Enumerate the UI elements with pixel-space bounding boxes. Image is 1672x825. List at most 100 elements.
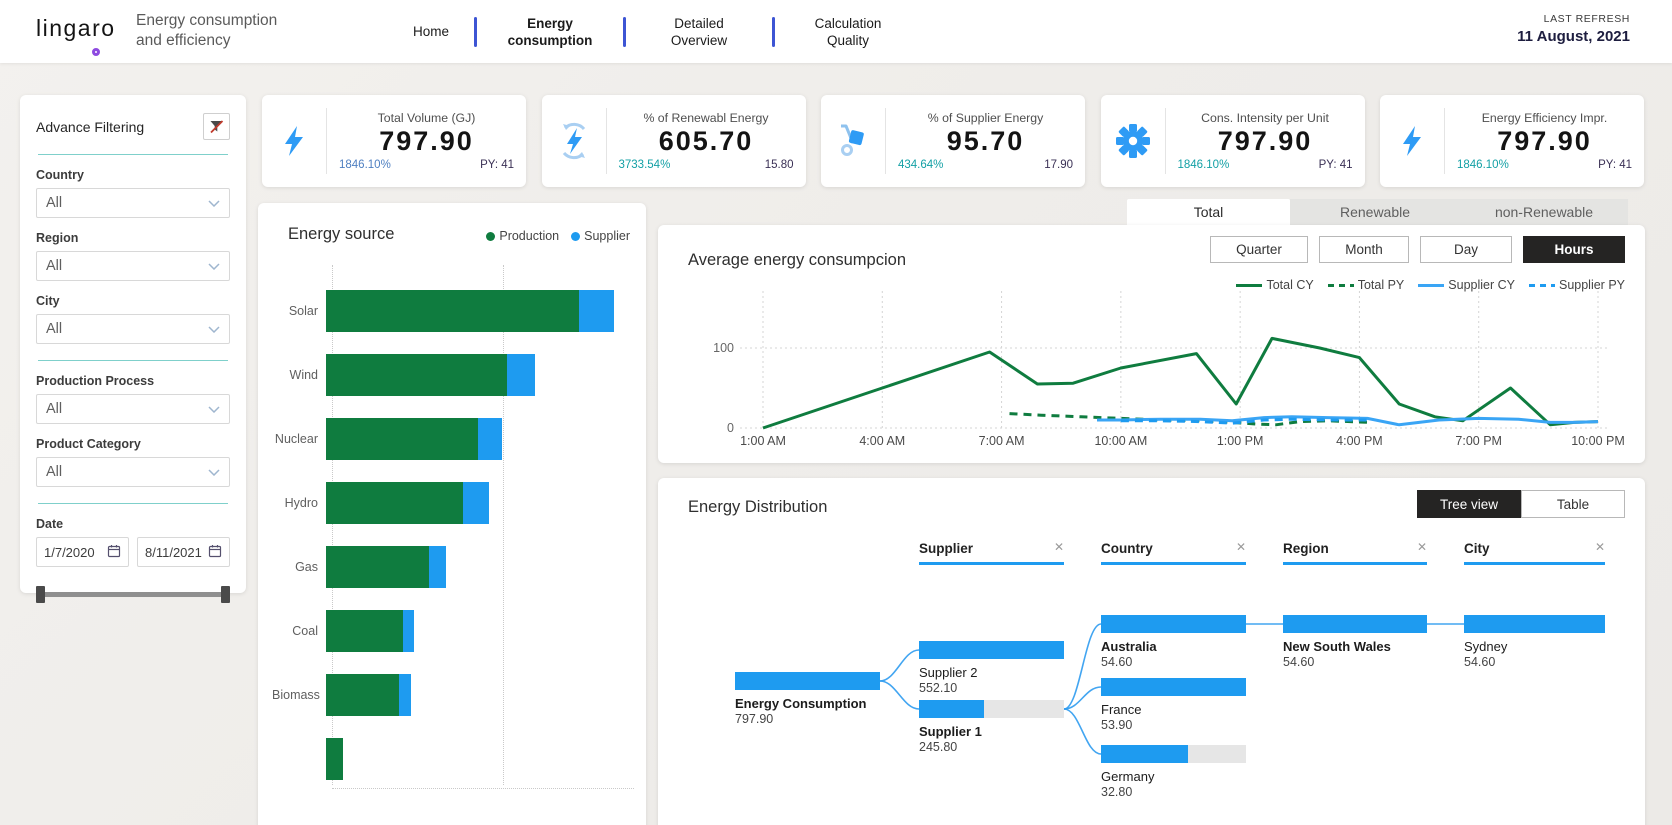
filter-select-country[interactable]: All <box>36 188 230 218</box>
x-axis-label: 10:00 AM <box>1094 434 1147 448</box>
chevron-down-icon <box>208 464 220 480</box>
kpi-sub-left: 1846.10% <box>1177 159 1230 171</box>
bar-row-coal: Coal <box>272 599 634 663</box>
kpi-sub-left: 434.64% <box>898 159 944 171</box>
tree-node-bar-fill <box>919 700 985 718</box>
tab-renewable[interactable]: Renewable <box>1290 199 1460 225</box>
tree-node-label: Germany <box>1101 769 1155 784</box>
slider-track[interactable] <box>36 592 230 597</box>
tree-link-supplier1-australia <box>1063 623 1102 710</box>
legend-dot <box>571 231 581 241</box>
selected-value: All <box>46 195 63 211</box>
last-refresh: LAST REFRESH 11 August, 2021 <box>1517 13 1630 45</box>
tree-node-france: France 53.90 <box>1101 678 1246 732</box>
bar-track <box>326 418 634 460</box>
tree-node-bar[interactable] <box>1283 615 1427 633</box>
last-refresh-label: LAST REFRESH <box>1543 13 1630 25</box>
bar-row-wind: Wind <box>272 343 634 407</box>
kpi-sub-left: 1846.10% <box>1457 159 1509 171</box>
tree-node-bar[interactable] <box>735 672 880 690</box>
kpi-card-total-volume-gj: Total Volume (GJ) 797.90 1846.10% PY: 41 <box>262 95 526 187</box>
date-range-slider[interactable] <box>36 585 230 603</box>
tree-node-label: Supplier 2 <box>919 665 978 680</box>
tree-node-value: 552.10 <box>919 681 958 695</box>
kpi-title: Total Volume (GJ) <box>377 111 476 125</box>
nav-item-home[interactable]: Home <box>388 23 474 40</box>
tree-node-supplier1: Supplier 1 245.80 <box>919 700 1064 754</box>
tree-node-bar-fill <box>919 641 1064 659</box>
x-axis-label: 7:00 PM <box>1455 434 1502 448</box>
kpi-value: 95.70 <box>946 126 1025 156</box>
bar-row-biomass: Biomass <box>272 663 634 727</box>
x-axis-label: 1:00 AM <box>740 434 786 448</box>
kpi-title: % of Supplier Energy <box>927 111 1044 125</box>
lightning-icon <box>262 95 326 187</box>
kpi-card-cons-intensity-per-unit: Cons. Intensity per Unit 797.90 1846.10%… <box>1100 95 1365 187</box>
filter-select-product-category[interactable]: All <box>36 457 230 487</box>
tree-node-bar[interactable] <box>1101 615 1246 633</box>
kpi-sub-right: 17.90 <box>1044 159 1073 171</box>
tab-total[interactable]: Total <box>1127 199 1290 225</box>
tree-node-root: Energy Consumption 797.90 <box>735 672 880 726</box>
tree-node-label: Energy Consumption <box>735 696 867 711</box>
nav-item-energy-consumption[interactable]: Energy consumption <box>477 15 623 49</box>
kpi-value: 797.90 <box>1497 126 1592 156</box>
tree-node-bar-fill <box>1464 615 1605 633</box>
tree-node-bar-fill <box>1101 745 1188 763</box>
tree-node-value: 797.90 <box>735 712 774 726</box>
tree-node-bar-fill <box>1283 615 1427 633</box>
logo-ring-icon <box>92 48 100 56</box>
production-bar-segment <box>326 546 430 588</box>
bar-row-solar: Solar <box>272 279 634 343</box>
production-bar-segment <box>326 290 580 332</box>
bar-category-label: Wind <box>289 368 318 382</box>
bar-row-blank <box>272 727 634 791</box>
supplier-bar-segment <box>506 354 535 396</box>
production-bar-segment <box>326 354 507 396</box>
tree-node-bar[interactable] <box>919 641 1064 659</box>
filter-label-country: Country <box>36 168 84 182</box>
tree-node-bar-fill <box>1101 678 1246 696</box>
tree-node-value: 54.60 <box>1464 655 1496 669</box>
kpi-sub-right: PY: 41 <box>1318 159 1353 171</box>
tree-node-value: 54.60 <box>1283 655 1315 669</box>
bar-row-gas: Gas <box>272 535 634 599</box>
renewable-energy-icon <box>542 95 606 187</box>
x-axis-label: 4:00 PM <box>1336 434 1383 448</box>
date-start-input[interactable]: 1/7/2020 <box>36 537 129 567</box>
clear-filters-button[interactable] <box>203 113 230 140</box>
selected-value: All <box>46 321 63 337</box>
nav-item-calculation-quality[interactable]: Calculation Quality <box>775 15 921 49</box>
chevron-down-icon <box>208 195 220 211</box>
logo-text: lingaro <box>36 15 116 41</box>
x-axis-label: 7:00 AM <box>979 434 1025 448</box>
tab-non-renewable[interactable]: non-Renewable <box>1460 199 1628 225</box>
kpi-title: Energy Efficiency Impr. <box>1481 111 1608 125</box>
slider-handle-end[interactable] <box>221 586 230 603</box>
y-axis-label: 0 <box>727 421 734 435</box>
line-chart-plot: 1:00 AM 4:00 AM 7:00 AM 10:00 AM 1:00 PM 4:00… <box>713 291 1625 448</box>
legend-item-supplier: Supplier <box>571 229 630 243</box>
date-end-input[interactable]: 8/11/2021 <box>137 537 230 567</box>
filter-select-production-process[interactable]: All <box>36 394 230 424</box>
filter-label-region: Region <box>36 231 79 245</box>
y-axis-label: 100 <box>713 341 734 355</box>
lingaro-logo: lingaro <box>36 15 116 56</box>
filter-select-region[interactable]: All <box>36 251 230 281</box>
kpi-sub-left: 1846.10% <box>339 159 391 171</box>
tree-node-bar[interactable] <box>919 700 1064 718</box>
slider-handle-start[interactable] <box>36 586 45 603</box>
main-nav: Home Energy consumption Detailed Overview C… <box>388 0 921 63</box>
tree-node-bar[interactable] <box>1101 678 1246 696</box>
chevron-down-icon <box>208 321 220 337</box>
divider <box>38 154 228 155</box>
filter-select-city[interactable]: All <box>36 314 230 344</box>
bar-track <box>326 290 634 332</box>
calendar-icon[interactable] <box>208 544 222 561</box>
tree-node-bar[interactable] <box>1101 745 1246 763</box>
tree-node-value: 54.60 <box>1101 655 1133 669</box>
tree-node-bar[interactable] <box>1464 615 1605 633</box>
calendar-icon[interactable] <box>107 544 121 561</box>
nav-item-detailed-overview[interactable]: Detailed Overview <box>626 15 772 49</box>
energy-distribution-panel: Energy Distribution Tree view Table Suppl… <box>658 478 1645 825</box>
